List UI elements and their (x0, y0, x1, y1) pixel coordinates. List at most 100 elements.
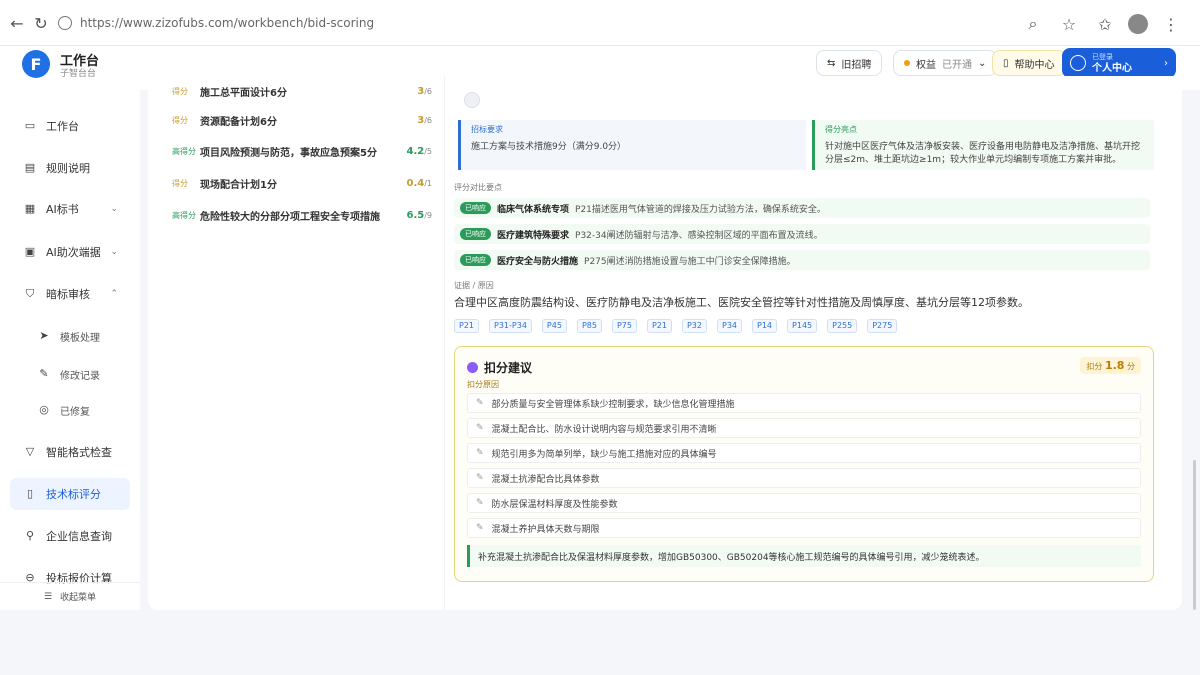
status-pill: 已响应 (460, 228, 491, 240)
score-value: 6.5/9 (406, 209, 432, 221)
screen-icon: ▣ (24, 245, 36, 258)
pen-icon: ✎ (476, 523, 484, 533)
menu-icon[interactable]: ⋮ (1158, 11, 1184, 37)
page-ref-chip[interactable]: P21 (454, 319, 480, 333)
score-tag: 高得分 (172, 210, 196, 220)
pen-icon: ✎ (476, 448, 484, 458)
page-ref-chip[interactable]: P255 (827, 319, 858, 333)
page-ref-chip[interactable]: P275 (867, 319, 898, 333)
reload-icon[interactable]: ↻ (28, 10, 54, 36)
sidebar-item-5[interactable]: ➤ 模板处理 (10, 320, 130, 352)
monitor-icon: ▭ (24, 119, 36, 132)
sidebar-item-7[interactable]: ◎ 已修复 (10, 394, 130, 426)
help-center-button[interactable]: ▯ 帮助中心 (992, 50, 1066, 76)
collapse-menu-button[interactable]: ☰ 收起菜单 (0, 582, 140, 610)
sidebar-item-label: 企业信息查询 (46, 530, 112, 543)
send-icon: ➤ (39, 329, 49, 342)
deduction-item[interactable]: ✎ 部分质量与安全管理体系缺少控制要求，缺少信息化管理措施 (467, 393, 1141, 413)
sidebar-item-label: 暗标审核 (46, 288, 90, 301)
chevron-down-icon: ⌄ (110, 204, 118, 214)
page-ref-chip[interactable]: P45 (541, 319, 567, 333)
sidebar-item-label: 修改记录 (60, 370, 100, 382)
address-bar[interactable]: https://www.zizofubs.com/workbench/bid-s… (58, 11, 1058, 35)
pen-icon: ✎ (476, 498, 484, 508)
page-ref-chip[interactable]: P31-P34 (489, 319, 532, 333)
menu-icon: ☰ (43, 591, 53, 602)
sidebar-item-3[interactable]: ▣ AI助次端据 ⌄ (10, 236, 130, 268)
score-tag: 得分 (172, 86, 188, 96)
score-value: 4.2/5 (406, 145, 432, 157)
score-value: 0.4/1 (406, 177, 432, 189)
deduction-item[interactable]: ✎ 规范引用多为简单列举，缺少与施工措施对应的具体编号 (467, 443, 1141, 463)
page-ref-chip[interactable]: P14 (752, 319, 778, 333)
zoom-icon[interactable]: ⌕ (1020, 11, 1046, 37)
browser-toolbar: ← ↻ https://www.zizofubs.com/workbench/b… (0, 0, 1200, 46)
main-panel: 得分 施工总平面设计6分 3/6 得分 资源配备计划6分 3/6 高得分 项目风险预测与防范，… (148, 76, 1182, 610)
back-icon[interactable]: ← (4, 10, 30, 36)
pen-icon: ✎ (476, 473, 484, 483)
page-scrollbar[interactable] (1193, 460, 1196, 610)
page-ref-chip[interactable]: P34 (717, 319, 743, 333)
sidebar-item-4[interactable]: ⛉ 暗标审核 ⌃ (10, 278, 130, 310)
deduction-item[interactable]: ✎ 防水层保温材料厚度及性能参数 (467, 493, 1141, 513)
sidebar-item-2[interactable]: ▦ AI标书 ⌄ (10, 193, 130, 225)
check-row: 已响应 医疗安全与防火措施 P275阐述消防措施设置与施工中门诊安全保障措施。 (454, 250, 1150, 270)
score-row[interactable]: 得分 现场配合计划1分 0.4/1 (172, 172, 432, 194)
check-title: 临床气体系统专项 (497, 204, 570, 215)
suggestion-icon (467, 362, 478, 373)
page-ref-chip[interactable]: P21 (646, 319, 672, 333)
score-name: 资源配备计划6分 (200, 116, 277, 128)
swap-icon: ⇆ (827, 57, 836, 69)
summary-text: 合理中区高度防震结构设、医疗防静电及洁净板施工、医院安全管控等针对性措施及周慎厚… (454, 296, 1029, 309)
score-row[interactable]: 得分 施工总平面设计6分 3/6 (172, 80, 432, 102)
deduction-item[interactable]: ✎ 混凝土配合比、防水设计说明内容与规范要求引用不清晰 (467, 418, 1141, 438)
page-ref-chip[interactable]: P85 (576, 319, 602, 333)
url-text: https://www.zizofubs.com/workbench/bid-s… (80, 16, 375, 30)
score-name: 项目风险预测与防范，事故应急预案5分 (200, 147, 377, 159)
shield-icon: ⛉ (25, 287, 35, 300)
score-row[interactable]: 得分 资源配备计划6分 3/6 (172, 109, 432, 131)
collapse-icon[interactable] (464, 92, 480, 108)
page-ref-chip[interactable]: P75 (611, 319, 637, 333)
doc-icon: ▯ (1003, 57, 1009, 69)
status-pill: 已响应 (460, 202, 491, 214)
sidebar-item-label: AI助次端据 (46, 246, 101, 259)
site-info-icon[interactable] (58, 16, 72, 30)
sidebar-item-0[interactable]: ▭ 工作台 (10, 110, 130, 142)
page-ref-chip[interactable]: P145 (787, 319, 818, 333)
highlight-box: 得分亮点 针对施中区医疗气体及洁净板安装、医疗设备用电防静电及洁净措施、基坑开挖… (812, 120, 1154, 170)
sidebar-item-label: 已修复 (60, 406, 90, 418)
sidebar-item-label: AI标书 (46, 203, 79, 216)
check-title: 医疗安全与防火措施 (497, 256, 579, 267)
benefit-button[interactable]: 权益 已开通 ⌄ (893, 50, 998, 76)
pen-icon: ✎ (476, 398, 484, 408)
page-ref-chip[interactable]: P32 (681, 319, 707, 333)
chevron-right-icon: › (1164, 57, 1168, 69)
profile-avatar[interactable] (1128, 14, 1148, 34)
score-tag: 得分 (172, 115, 188, 125)
file-icon: ▦ (24, 202, 36, 215)
sidebar-item-8[interactable]: ▽ 智能格式检查 (10, 436, 130, 468)
sidebar-item-9[interactable]: ▯ 技术标评分 (10, 478, 130, 510)
sidebar-item-6[interactable]: ✎ 修改记录 (10, 358, 130, 390)
document-icon: ▤ (24, 161, 36, 174)
sidebar-item-10[interactable]: ⚲ 企业信息查询 (10, 520, 130, 552)
recruit-button[interactable]: ⇆ 旧招聘 (816, 50, 883, 76)
deduction-item[interactable]: ✎ 混凝土养护具体天数与期限 (467, 518, 1141, 538)
filter-icon: ▽ (25, 445, 35, 458)
sidebar-item-label: 模板处理 (60, 332, 100, 344)
score-name: 施工总平面设计6分 (200, 87, 287, 99)
summary-label: 证据 / 原因 (454, 281, 494, 290)
star-icon[interactable]: ☆ (1056, 11, 1082, 37)
requirement-box: 招标要求 施工方案与技术措施9分（满分9.0分） (458, 120, 806, 170)
deduction-item[interactable]: ✎ 混凝土抗渗配合比具体参数 (467, 468, 1141, 488)
deduction-footer: 补充混凝土抗渗配合比及保温材料厚度参数，增加GB50300、GB50204等核心… (467, 545, 1141, 567)
app-logo[interactable]: F (22, 50, 50, 78)
file-check-icon: ▯ (26, 487, 34, 500)
extensions-icon[interactable]: ✩ (1092, 11, 1118, 37)
user-center-button[interactable]: 已登录 个人中心 › (1062, 48, 1176, 78)
score-row[interactable]: 高得分 项目风险预测与防范，事故应急预案5分 4.2/5 (172, 140, 432, 162)
sidebar-item-1[interactable]: ▤ 规则说明 (10, 152, 130, 184)
score-row[interactable]: 高得分 危险性较大的分部分项工程安全专项措施 6.5/9 (172, 204, 432, 226)
sidebar-item-label: 智能格式检查 (46, 446, 112, 459)
